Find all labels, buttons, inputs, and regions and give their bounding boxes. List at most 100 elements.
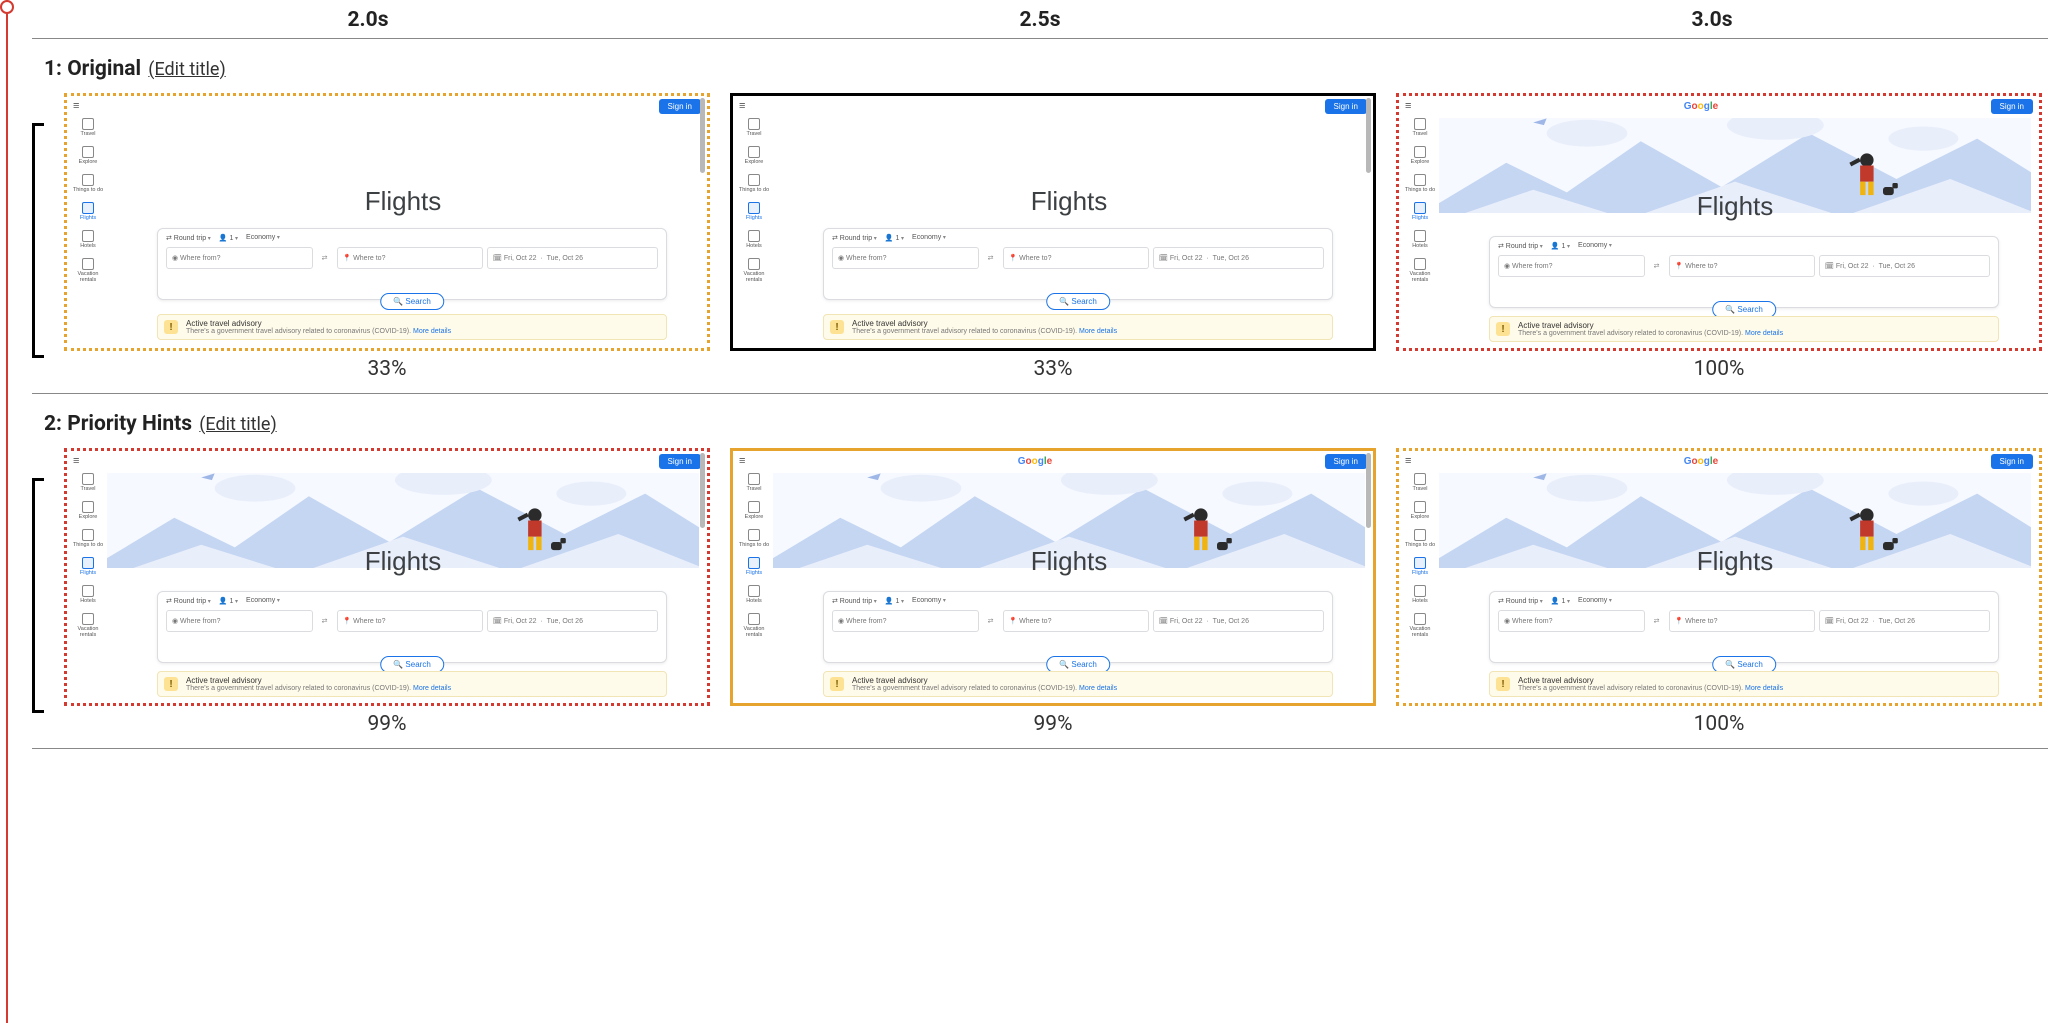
scrollbar-thumb[interactable]	[700, 98, 705, 173]
sidebar-item-things to do[interactable]: Things to do	[71, 529, 105, 548]
menu-icon[interactable]: ≡	[1405, 455, 1411, 467]
menu-icon[interactable]: ≡	[739, 455, 745, 467]
scrollbar-thumb[interactable]	[700, 453, 705, 528]
date-input[interactable]: 🗓 Fri, Oct 22 · Tue, Oct 26	[487, 610, 658, 632]
sidebar-item-flights[interactable]: Flights	[71, 202, 105, 221]
sidebar-item-explore[interactable]: Explore	[71, 146, 105, 165]
sign-in-button[interactable]: Sign in	[1991, 454, 2033, 469]
pax-select[interactable]: 👤 1	[1551, 597, 1570, 605]
menu-icon[interactable]: ≡	[73, 455, 79, 467]
sidebar-item-travel[interactable]: Travel	[71, 118, 105, 137]
to-input[interactable]: 📍 Where to?	[1669, 610, 1816, 632]
sidebar-item-things to do[interactable]: Things to do	[737, 174, 771, 193]
cabin-select[interactable]: Economy	[1578, 242, 1612, 250]
sidebar-item-travel[interactable]: Travel	[71, 473, 105, 492]
sidebar-item-vacation rentals[interactable]: Vacation rentals	[737, 613, 771, 638]
to-input[interactable]: 📍 Where to?	[337, 247, 484, 269]
pax-select[interactable]: 👤 1	[885, 597, 904, 605]
from-input[interactable]: ◉ Where from?	[166, 247, 313, 269]
sidebar-item-things to do[interactable]: Things to do	[1403, 174, 1437, 193]
menu-icon[interactable]: ≡	[739, 100, 745, 112]
date-input[interactable]: 🗓 Fri, Oct 22 · Tue, Oct 26	[1153, 610, 1324, 632]
swap-icon[interactable]: ⇄	[1649, 610, 1665, 632]
sidebar-item-hotels[interactable]: Hotels	[737, 230, 771, 249]
date-input[interactable]: 🗓 Fri, Oct 22 · Tue, Oct 26	[1819, 255, 1990, 277]
search-button[interactable]: 🔍 Search	[380, 293, 444, 310]
sidebar-item-explore[interactable]: Explore	[1403, 146, 1437, 165]
advisory-link[interactable]: More details	[1079, 328, 1117, 335]
cabin-select[interactable]: Economy	[246, 597, 280, 605]
sidebar-item-things to do[interactable]: Things to do	[737, 529, 771, 548]
to-input[interactable]: 📍 Where to?	[1003, 247, 1150, 269]
to-input[interactable]: 📍 Where to?	[337, 610, 484, 632]
date-input[interactable]: 🗓 Fri, Oct 22 · Tue, Oct 26	[1819, 610, 1990, 632]
trip-type-select[interactable]: ⇄ Round trip	[1498, 597, 1543, 605]
sidebar-item-things to do[interactable]: Things to do	[1403, 529, 1437, 548]
sidebar-item-vacation rentals[interactable]: Vacation rentals	[1403, 613, 1437, 638]
edit-title-link[interactable]: (Edit title)	[148, 59, 225, 80]
sign-in-button[interactable]: Sign in	[1325, 99, 1367, 114]
advisory-link[interactable]: More details	[413, 685, 451, 692]
sidebar-item-vacation rentals[interactable]: Vacation rentals	[71, 613, 105, 638]
date-input[interactable]: 🗓 Fri, Oct 22 · Tue, Oct 26	[487, 247, 658, 269]
to-input[interactable]: 📍 Where to?	[1669, 255, 1816, 277]
menu-icon[interactable]: ≡	[73, 100, 79, 112]
sidebar-item-explore[interactable]: Explore	[71, 501, 105, 520]
sidebar-item-flights[interactable]: Flights	[71, 557, 105, 576]
sidebar-item-explore[interactable]: Explore	[737, 501, 771, 520]
sign-in-button[interactable]: Sign in	[1325, 454, 1367, 469]
advisory-link[interactable]: More details	[1079, 685, 1117, 692]
sidebar-item-hotels[interactable]: Hotels	[737, 585, 771, 604]
sidebar-item-flights[interactable]: Flights	[737, 202, 771, 221]
cabin-select[interactable]: Economy	[912, 597, 946, 605]
swap-icon[interactable]: ⇄	[317, 610, 333, 632]
pax-select[interactable]: 👤 1	[219, 234, 238, 242]
sidebar-item-travel[interactable]: Travel	[1403, 473, 1437, 492]
from-input[interactable]: ◉ Where from?	[1498, 610, 1645, 632]
from-input[interactable]: ◉ Where from?	[832, 610, 979, 632]
sidebar-item-travel[interactable]: Travel	[737, 118, 771, 137]
sidebar-item-vacation rentals[interactable]: Vacation rentals	[71, 258, 105, 283]
sign-in-button[interactable]: Sign in	[659, 99, 701, 114]
sidebar-item-things to do[interactable]: Things to do	[71, 174, 105, 193]
edit-title-link[interactable]: (Edit title)	[199, 414, 276, 435]
pax-select[interactable]: 👤 1	[1551, 242, 1570, 250]
sidebar-item-travel[interactable]: Travel	[737, 473, 771, 492]
trip-type-select[interactable]: ⇄ Round trip	[166, 234, 211, 242]
to-input[interactable]: 📍 Where to?	[1003, 610, 1150, 632]
sidebar-item-hotels[interactable]: Hotels	[1403, 585, 1437, 604]
sidebar-item-hotels[interactable]: Hotels	[1403, 230, 1437, 249]
from-input[interactable]: ◉ Where from?	[832, 247, 979, 269]
trip-type-select[interactable]: ⇄ Round trip	[1498, 242, 1543, 250]
sidebar-item-hotels[interactable]: Hotels	[71, 585, 105, 604]
sidebar-item-hotels[interactable]: Hotels	[71, 230, 105, 249]
swap-icon[interactable]: ⇄	[317, 247, 333, 269]
cabin-select[interactable]: Economy	[246, 234, 280, 242]
swap-icon[interactable]: ⇄	[1649, 255, 1665, 277]
sidebar-item-explore[interactable]: Explore	[737, 146, 771, 165]
trip-type-select[interactable]: ⇄ Round trip	[832, 234, 877, 242]
sidebar-item-flights[interactable]: Flights	[737, 557, 771, 576]
swap-icon[interactable]: ⇄	[983, 610, 999, 632]
cabin-select[interactable]: Economy	[912, 234, 946, 242]
scrollbar-thumb[interactable]	[1366, 453, 1371, 528]
from-input[interactable]: ◉ Where from?	[166, 610, 313, 632]
from-input[interactable]: ◉ Where from?	[1498, 255, 1645, 277]
advisory-link[interactable]: More details	[413, 328, 451, 335]
sidebar-item-flights[interactable]: Flights	[1403, 202, 1437, 221]
sidebar-item-flights[interactable]: Flights	[1403, 557, 1437, 576]
sidebar-item-travel[interactable]: Travel	[1403, 118, 1437, 137]
sidebar-item-vacation rentals[interactable]: Vacation rentals	[737, 258, 771, 283]
pax-select[interactable]: 👤 1	[885, 234, 904, 242]
sidebar-item-vacation rentals[interactable]: Vacation rentals	[1403, 258, 1437, 283]
advisory-link[interactable]: More details	[1745, 685, 1783, 692]
sign-in-button[interactable]: Sign in	[659, 454, 701, 469]
trip-type-select[interactable]: ⇄ Round trip	[166, 597, 211, 605]
menu-icon[interactable]: ≡	[1405, 100, 1411, 112]
scrollbar-thumb[interactable]	[1366, 98, 1371, 173]
advisory-link[interactable]: More details	[1745, 330, 1783, 337]
pax-select[interactable]: 👤 1	[219, 597, 238, 605]
date-input[interactable]: 🗓 Fri, Oct 22 · Tue, Oct 26	[1153, 247, 1324, 269]
sign-in-button[interactable]: Sign in	[1991, 99, 2033, 114]
search-button[interactable]: 🔍 Search	[1046, 293, 1110, 310]
